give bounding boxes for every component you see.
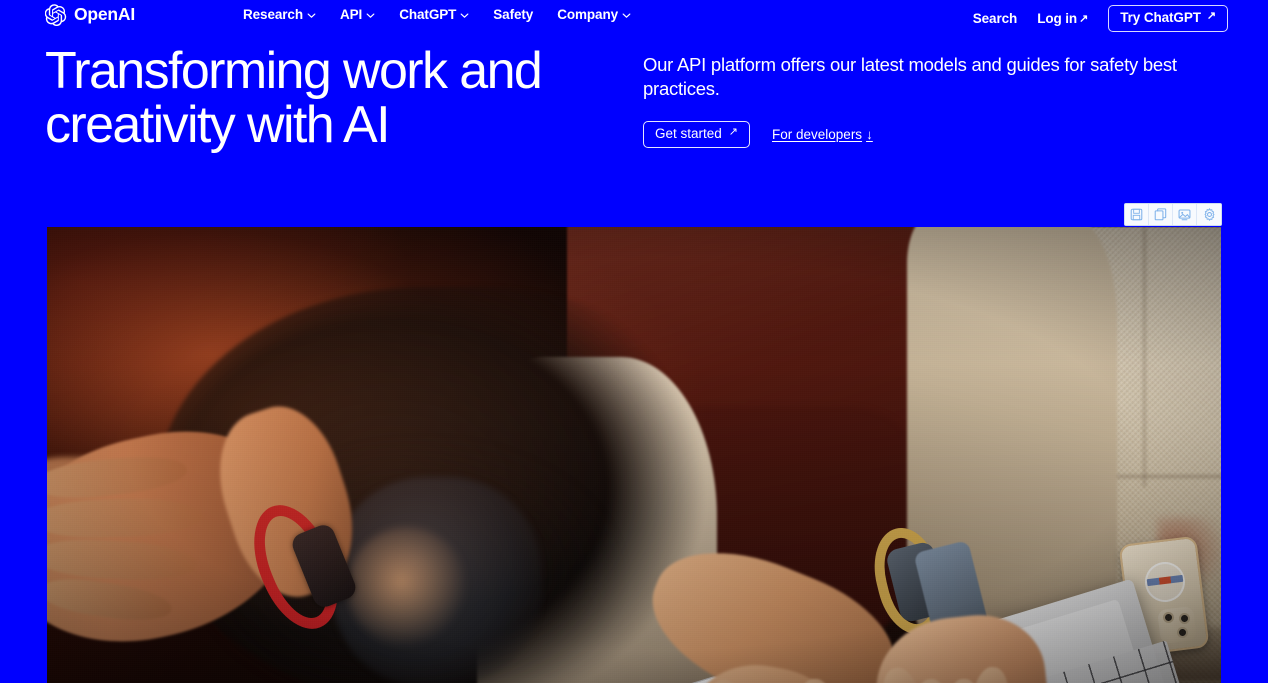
hero-subtitle: Our API platform offers our latest model… bbox=[643, 54, 1177, 100]
copy-button[interactable] bbox=[1149, 204, 1173, 225]
nav-item-label: Research bbox=[243, 7, 303, 22]
page-title-line-1: Transforming work and bbox=[45, 42, 543, 100]
hero-photo bbox=[47, 227, 1221, 683]
arrow-down-icon: ↓ bbox=[866, 126, 873, 142]
nav-item-safety[interactable]: Safety bbox=[493, 8, 533, 22]
chevron-down-icon bbox=[307, 11, 316, 20]
for-developers-label: For developers bbox=[772, 126, 863, 142]
nav-item-chatgpt[interactable]: ChatGPT bbox=[399, 8, 469, 22]
hero-section: Transforming work and creativity with AI… bbox=[0, 44, 1268, 194]
login-label: Log in bbox=[1037, 10, 1078, 26]
settings-button[interactable] bbox=[1197, 204, 1221, 225]
arrow-up-right-icon: ↗ bbox=[1079, 12, 1089, 25]
photo-lit-shoulder bbox=[347, 527, 467, 647]
nav-item-company[interactable]: Company bbox=[557, 8, 631, 22]
image-button[interactable] bbox=[1173, 204, 1197, 225]
nav-item-label: Company bbox=[557, 7, 619, 22]
nav-item-label: Safety bbox=[493, 7, 534, 22]
image-toolbar bbox=[1124, 203, 1222, 226]
page-title: Transforming work and creativity with AI bbox=[45, 44, 645, 152]
arrow-up-right-icon: ↗ bbox=[728, 126, 739, 139]
for-developers-link[interactable]: For developers ↓ bbox=[772, 128, 873, 142]
brand-name: OpenAI bbox=[74, 4, 136, 25]
search-link[interactable]: Search bbox=[973, 11, 1018, 26]
openai-blossom-logo-icon bbox=[44, 4, 67, 27]
gear-icon bbox=[1203, 208, 1216, 221]
try-chatgpt-button[interactable]: Try ChatGPT ↗ bbox=[1108, 5, 1228, 32]
brand-home-link[interactable]: OpenAI bbox=[44, 4, 136, 27]
save-button[interactable] bbox=[1125, 204, 1149, 225]
save-icon bbox=[1130, 208, 1143, 221]
page-title-line-2: creativity with AI bbox=[45, 96, 391, 155]
chevron-down-icon bbox=[460, 11, 469, 20]
page-root: OpenAI Research API ChatGPT Safety Compa… bbox=[0, 0, 1268, 683]
hero-action-row: Get started ↗ For developers ↓ bbox=[643, 121, 1223, 148]
secondary-nav-actions: Search Log in ↗ Try ChatGPT ↗ bbox=[973, 5, 1228, 32]
image-icon bbox=[1178, 208, 1191, 221]
arrow-up-right-icon: ↗ bbox=[1206, 10, 1216, 23]
chevron-down-icon bbox=[366, 11, 375, 20]
nav-item-research[interactable]: Research bbox=[243, 8, 316, 22]
hero-right-column: Our API platform offers our latest model… bbox=[643, 53, 1223, 148]
login-link[interactable]: Log in ↗ bbox=[1037, 11, 1088, 26]
chevron-down-icon bbox=[622, 11, 631, 20]
nav-item-label: ChatGPT bbox=[399, 7, 457, 22]
cta-label: Try ChatGPT bbox=[1120, 10, 1201, 25]
photo-phone-camera-module bbox=[1157, 605, 1197, 645]
get-started-button[interactable]: Get started ↗ bbox=[643, 121, 751, 148]
copy-icon bbox=[1154, 208, 1167, 221]
photo-couch-seam bbox=[1143, 227, 1146, 487]
nav-item-api[interactable]: API bbox=[340, 8, 375, 22]
get-started-label: Get started bbox=[655, 126, 722, 142]
nav-item-label: API bbox=[340, 7, 363, 22]
top-navigation-bar: OpenAI Research API ChatGPT Safety Compa… bbox=[0, 0, 1268, 34]
primary-nav-links: Research API ChatGPT Safety Company bbox=[243, 8, 631, 22]
